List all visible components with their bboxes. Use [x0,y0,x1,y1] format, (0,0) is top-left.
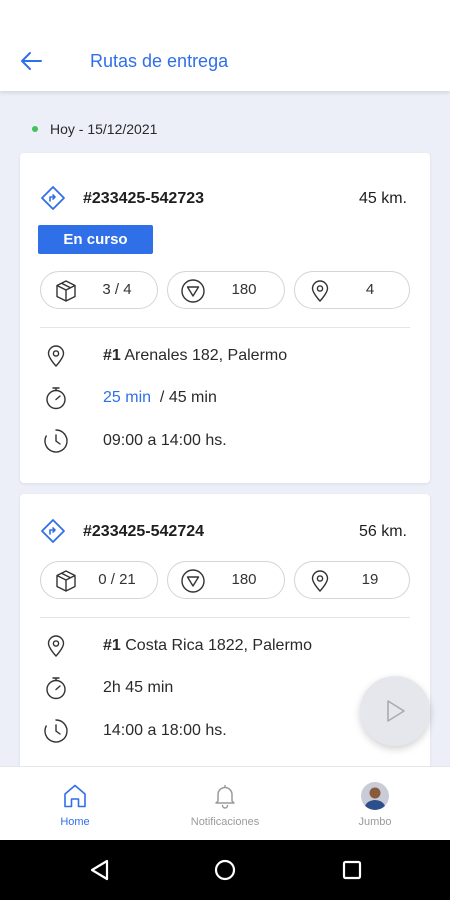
back-arrow-icon[interactable] [18,49,44,73]
stops-pill: 19 [294,561,410,599]
triangle-down-icon [180,278,206,304]
home-circle-icon[interactable] [213,858,237,882]
recents-square-icon[interactable] [340,858,364,882]
nav-notifications-label: Notificaciones [190,816,260,828]
map-pin-icon [43,633,69,659]
triangle-down-icon [180,568,206,594]
back-triangle-icon[interactable] [88,858,112,882]
nav-profile[interactable]: Jumbo [300,767,450,841]
bottom-navigation: Home Notificaciones Jumbo [0,766,450,840]
route-distance: 56 km. [358,523,407,540]
avatar [361,782,389,810]
map-pin-icon [307,278,333,304]
system-navigation-bar [0,840,450,900]
route-diamond-icon [40,185,66,211]
address-row: #1 Costa Rica 1822, Palermo [40,631,410,661]
start-route-button[interactable] [360,676,430,746]
route-id: #233425-542723 [83,190,205,207]
stopwatch-icon [43,675,69,701]
schedule-row: 09:00 a 14:00 hs. [40,426,410,456]
box-icon [53,568,79,594]
time-elapsed: 25 min [103,389,152,406]
volume-value: 180 [231,571,257,588]
date-section: Hoy - 15/12/2021 [32,121,157,137]
duration-text: 2h 45 min [103,679,174,696]
clock-icon [43,718,69,744]
route-diamond-icon [40,518,66,544]
divider [40,617,410,618]
schedule-row: 14:00 a 18:00 hs. [40,716,410,746]
route-id: #233425-542724 [83,523,205,540]
page-title: Rutas de entrega [90,51,229,71]
route-distance: 45 km. [358,190,407,207]
status-badge: En curso [38,225,153,254]
address-text: Costa Rica 1822, Palermo [125,637,313,654]
map-pin-icon [43,343,69,369]
route-card[interactable]: #233425-542724 56 km. 0 / 21 180 19 #1 C… [20,494,430,794]
time-row: 25 min / 45 min [40,383,410,413]
bell-icon [211,782,239,810]
packages-count: 3 / 4 [102,281,132,298]
packages-pill: 3 / 4 [40,271,158,309]
stopwatch-icon [43,385,69,411]
schedule-text: 14:00 a 18:00 hs. [103,722,227,739]
divider [40,327,410,328]
date-label: Hoy - 15/12/2021 [50,121,158,137]
box-icon [53,278,79,304]
packages-pill: 0 / 21 [40,561,158,599]
address-number: #1 [103,347,121,364]
status-dot [32,126,38,132]
stops-count: 19 [361,571,379,588]
stops-pill: 4 [294,271,410,309]
map-pin-icon [307,568,333,594]
schedule-text: 09:00 a 14:00 hs. [103,432,227,449]
nav-profile-label: Jumbo [358,816,392,828]
clock-icon [43,428,69,454]
address-number: #1 [103,637,121,654]
stops-count: 4 [365,281,375,298]
home-icon [61,782,89,810]
address-text: Arenales 182, Palermo [124,347,288,364]
address-row: #1 Arenales 182, Palermo [40,341,410,371]
nav-home-label: Home [60,816,90,828]
time-row: 2h 45 min [40,673,410,703]
route-card[interactable]: #233425-542723 45 km. En curso 3 / 4 180… [20,153,430,483]
app-header: Rutas de entrega [0,0,450,91]
time-total: / 45 min [159,389,217,406]
nav-home[interactable]: Home [0,767,150,841]
volume-value: 180 [231,281,257,298]
nav-notifications[interactable]: Notificaciones [150,767,300,841]
packages-count: 0 / 21 [98,571,136,588]
volume-pill: 180 [167,561,285,599]
volume-pill: 180 [167,271,285,309]
